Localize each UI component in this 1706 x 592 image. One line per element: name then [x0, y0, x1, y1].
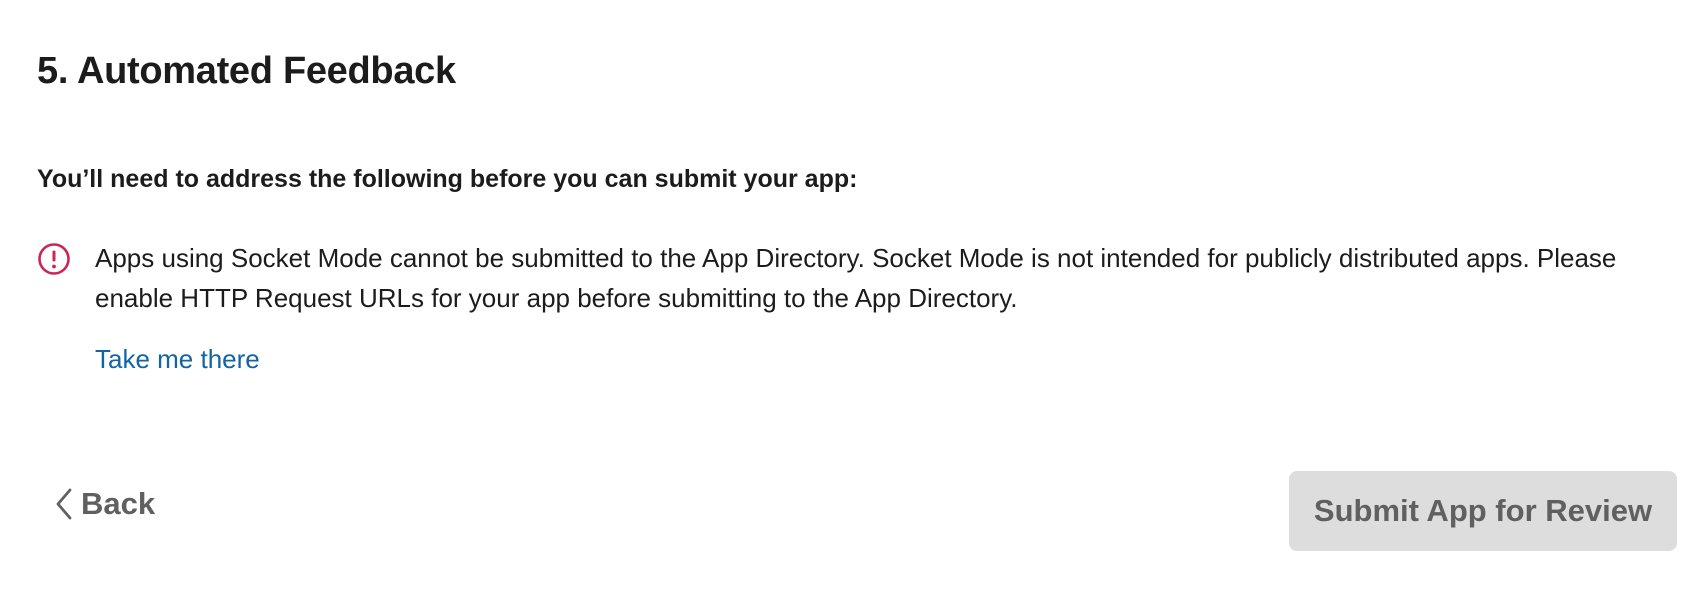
feedback-issue-body: Apps using Socket Mode cannot be submitt… — [95, 238, 1695, 375]
alert-circle-icon — [37, 242, 71, 276]
intro-text: You’ll need to address the following bef… — [37, 165, 858, 193]
automated-feedback-page: 5. Automated Feedback You’ll need to add… — [0, 0, 1706, 592]
chevron-left-icon — [55, 487, 73, 521]
submit-app-for-review-button[interactable]: Submit App for Review — [1289, 471, 1677, 551]
back-label: Back — [81, 486, 156, 521]
section-title: 5. Automated Feedback — [37, 50, 456, 92]
feedback-issue-text: Apps using Socket Mode cannot be submitt… — [95, 243, 1617, 313]
take-me-there-link[interactable]: Take me there — [95, 344, 260, 375]
back-button[interactable]: Back — [55, 486, 155, 522]
